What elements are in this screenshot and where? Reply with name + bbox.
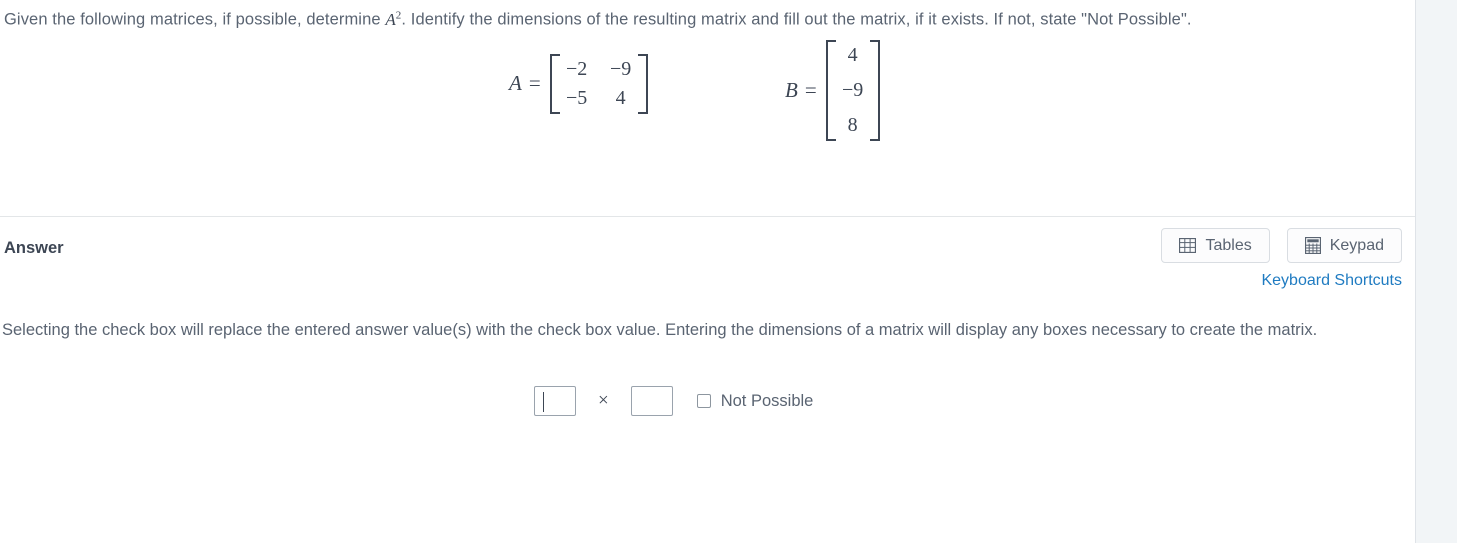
matrix-cell: −9 (842, 78, 864, 101)
answer-header: Answer Tables Keypad Keyboard Shortcuts (0, 228, 1415, 298)
matrix-cell: 4 (847, 43, 858, 66)
matrix-a-label: A (509, 71, 522, 96)
answer-instructions: Selecting the check box will replace the… (2, 321, 1318, 339)
not-possible-label[interactable]: Not Possible (721, 392, 814, 411)
matrix-b: B = 4 −9 8 (785, 39, 880, 141)
tables-button-label: Tables (1205, 236, 1252, 254)
text-cursor (543, 392, 544, 412)
question-math-expression: A2 (385, 9, 401, 29)
answer-title: Answer (4, 239, 64, 257)
matrix-columns-input[interactable] (630, 386, 673, 416)
matrix-rows-input[interactable] (534, 386, 576, 416)
tables-button[interactable]: Tables (1161, 228, 1270, 263)
calculator-keypad-icon (1304, 237, 1321, 254)
matrix-a-cells: −2 −9 −5 4 (560, 54, 638, 114)
exercise-content: Given the following matrices, if possibl… (0, 0, 1415, 543)
keyboard-shortcuts-link[interactable]: Keyboard Shortcuts (1261, 272, 1402, 290)
matrix-cell: 4 (615, 86, 626, 109)
matrix-b-cells: 4 −9 8 (836, 40, 870, 141)
matrix-a-equals: = (528, 71, 541, 96)
dimension-separator: × (598, 390, 609, 411)
matrix-a: A = −2 −9 −5 4 (509, 53, 648, 114)
question-text: Given the following matrices, if possibl… (4, 8, 1401, 32)
matrix-b-equals: = (804, 77, 817, 102)
table-grid-icon (1179, 238, 1197, 253)
matrix-cell: −2 (566, 57, 588, 80)
matrix-b-label: B (785, 77, 798, 102)
matrices-display: A = −2 −9 −5 4 B = 4 −9 8 (0, 32, 1415, 172)
matrix-cell: 8 (847, 113, 858, 136)
matrix-b-bracket-wrap: 4 −9 8 (825, 39, 880, 141)
matrix-cell: −9 (610, 57, 632, 80)
keypad-button[interactable]: Keypad (1286, 228, 1402, 263)
right-bracket-icon (637, 53, 648, 114)
left-bracket-icon (549, 53, 560, 114)
matrix-cell: −5 (566, 86, 588, 109)
not-possible-checkbox[interactable] (696, 394, 711, 408)
not-possible-group: Not Possible (696, 392, 814, 411)
math-base: A (385, 9, 396, 29)
left-bracket-icon (825, 39, 836, 141)
question-suffix: . Identify the dimensions of the resulti… (401, 10, 1192, 29)
keypad-button-label: Keypad (1329, 236, 1384, 254)
matrix-a-bracket-wrap: −2 −9 −5 4 (549, 53, 648, 114)
question-prefix: Given the following matrices, if possibl… (4, 10, 386, 29)
page-gutter (1415, 0, 1457, 543)
dimension-entry-row: × Not Possible (534, 386, 813, 416)
section-divider (0, 216, 1415, 217)
tool-button-group: Tables Keypad (1161, 228, 1402, 263)
question-block: Given the following matrices, if possibl… (0, 0, 1415, 32)
right-bracket-icon (869, 39, 880, 141)
